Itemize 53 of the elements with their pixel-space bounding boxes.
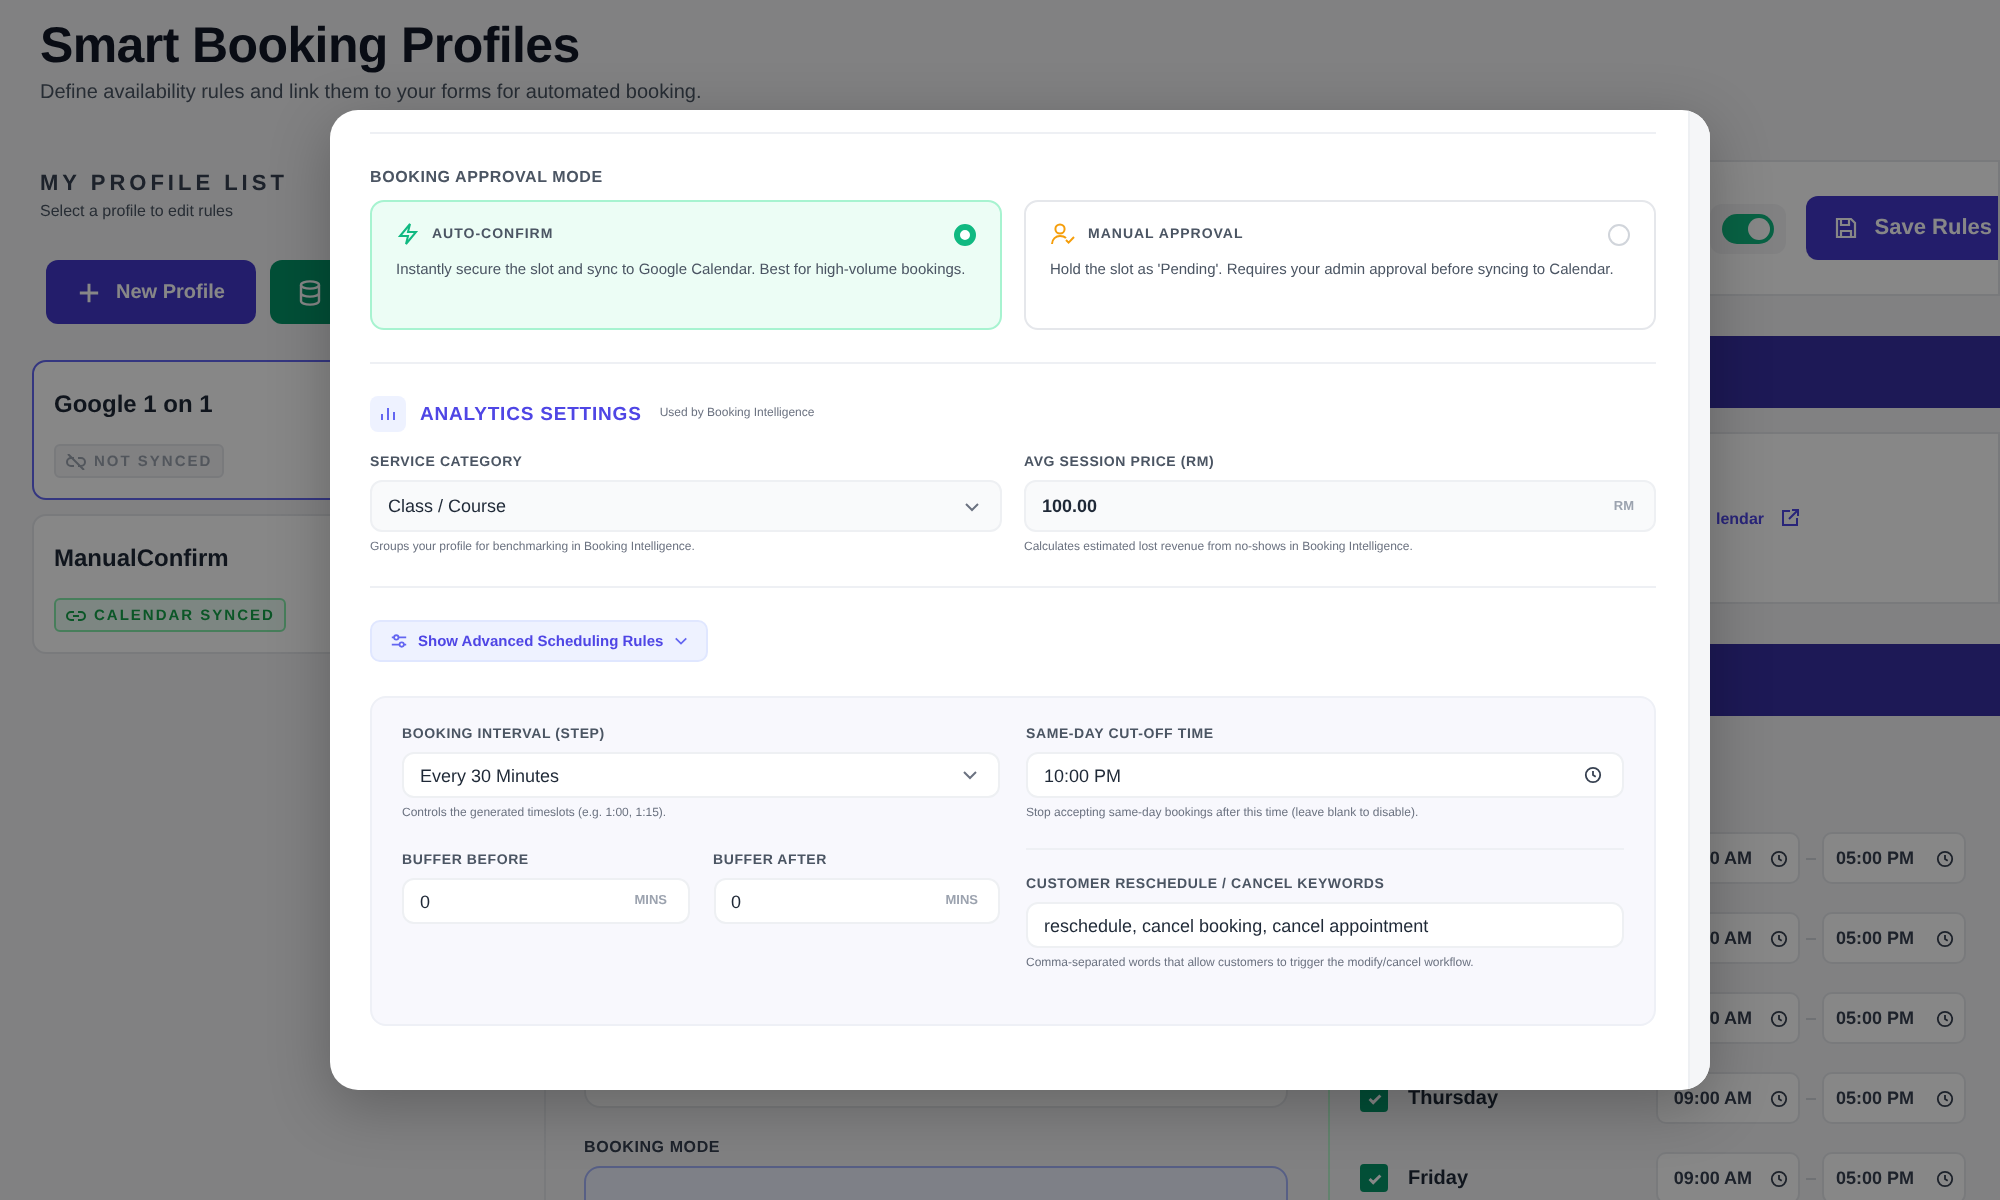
day-checkbox[interactable]: [1360, 1164, 1388, 1192]
end-time-field[interactable]: 05:00 PM: [1822, 1072, 1966, 1124]
save-rules-button[interactable]: Save Rules: [1806, 196, 1998, 260]
end-time-field[interactable]: 05:00 PM: [1822, 912, 1966, 964]
time-input[interactable]: 10:00 PM: [1026, 752, 1624, 798]
save-icon: [1834, 216, 1859, 240]
page-title: Smart Booking Profiles: [40, 18, 582, 76]
clock-icon: [1770, 1169, 1788, 1187]
clock-icon: [1584, 766, 1602, 784]
end-time-field[interactable]: 05:00 PM: [1822, 832, 1966, 884]
end-time-field[interactable]: 05:00 PM: [1822, 992, 1966, 1044]
day-label: Friday: [1408, 1167, 1469, 1189]
clock-icon: [1770, 849, 1788, 867]
external-link-icon: [1780, 508, 1801, 528]
profile-name: ManualConfirm: [54, 544, 229, 572]
database-icon: [298, 279, 323, 305]
clock-icon: [1936, 1009, 1954, 1027]
day-label: Thursday: [1408, 1087, 1499, 1109]
check-icon: [1365, 1089, 1383, 1107]
lightning-icon: [396, 222, 420, 246]
chevron-down-icon: [673, 636, 688, 646]
clock-icon: [1770, 1009, 1788, 1027]
field-label: BOOKING MODE: [584, 1138, 723, 1156]
section-heading: MY PROFILE LIST: [40, 172, 288, 196]
section-heading: BOOKING APPROVAL MODE: [370, 168, 605, 186]
radio-button[interactable]: [1608, 223, 1630, 245]
sliders-icon: [390, 632, 408, 650]
link-icon: [66, 607, 86, 623]
category-select[interactable]: Class / Course: [370, 480, 1002, 532]
chevron-down-icon: [962, 770, 978, 780]
start-time-field[interactable]: 09:00 AM: [1656, 1152, 1800, 1200]
section-subheading: Select a profile to edit rules: [40, 202, 233, 220]
interval-select[interactable]: Every 30 Minutes: [402, 752, 1000, 798]
calendar-link[interactable]: lendar: [1716, 508, 1801, 528]
end-time-field[interactable]: 05:00 PM: [1822, 1152, 1966, 1200]
new-profile-button[interactable]: New Profile: [46, 260, 257, 324]
chevron-down-icon: [964, 501, 980, 511]
toggle-switch[interactable]: [1722, 213, 1775, 243]
page-subtitle: Define availability rules and link them to your forms for automated booking.: [40, 82, 704, 104]
clock-icon: [1936, 1169, 1954, 1187]
clock-icon: [1936, 929, 1954, 947]
check-icon: [1365, 1169, 1383, 1187]
clock-icon: [1770, 929, 1788, 947]
profile-name: Google 1 on 1: [54, 390, 213, 418]
clock-icon: [1936, 849, 1954, 867]
unlink-icon: [66, 453, 86, 469]
plus-icon: [78, 281, 100, 303]
user-check-icon: [1050, 222, 1076, 246]
keywords-input[interactable]: reschedule, cancel booking, cancel appointment: [1026, 902, 1624, 948]
bar-chart-icon: [370, 396, 406, 432]
clock-icon: [1936, 1089, 1954, 1107]
clock-icon: [1770, 1089, 1788, 1107]
radio-button[interactable]: [954, 223, 976, 245]
